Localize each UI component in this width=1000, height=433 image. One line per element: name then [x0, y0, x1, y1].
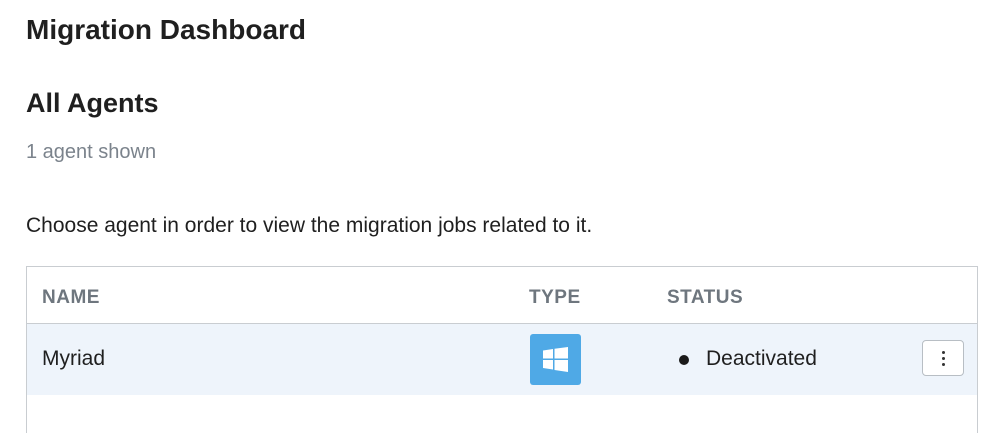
agents-table: NAME TYPE STATUS Myriad Deactivated [26, 266, 978, 433]
page-title: Migration Dashboard [26, 14, 307, 45]
column-header-name: NAME [42, 287, 100, 308]
agent-name: Myriad [42, 347, 106, 370]
agent-count: 1 agent shown [26, 141, 157, 163]
row-actions-button[interactable] [922, 340, 964, 376]
section-title: All Agents [26, 88, 159, 118]
windows-icon [530, 334, 581, 385]
table-row[interactable]: Myriad Deactivated [27, 324, 977, 395]
column-header-status: STATUS [667, 287, 744, 308]
table-header: NAME TYPE STATUS [27, 267, 977, 324]
column-header-type: TYPE [529, 287, 581, 308]
status-dot-icon [679, 355, 689, 365]
more-vertical-icon [942, 351, 945, 366]
status-badge: Deactivated [706, 347, 817, 370]
instructions-text: Choose agent in order to view the migrat… [26, 214, 593, 237]
